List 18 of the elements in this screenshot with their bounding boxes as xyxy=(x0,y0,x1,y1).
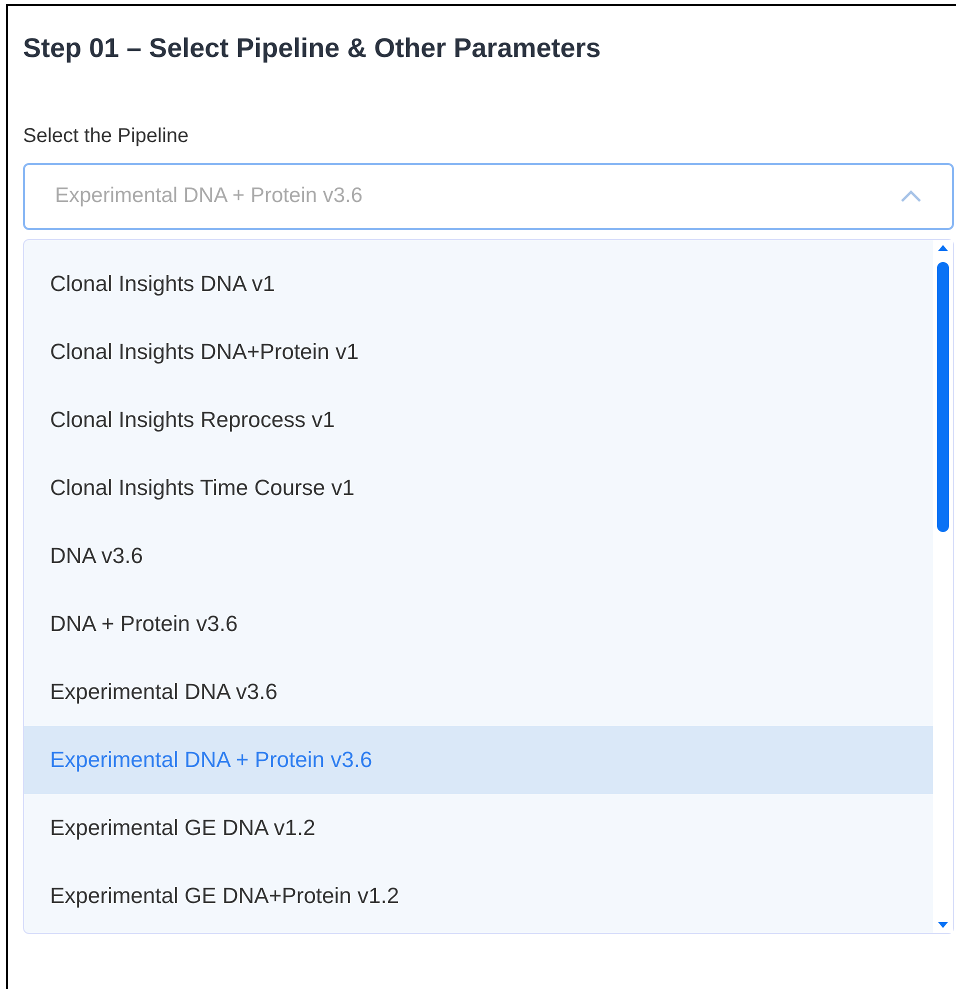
pipeline-option[interactable]: Experimental DNA v3.6 xyxy=(24,658,933,726)
scrollbar-thumb[interactable] xyxy=(937,262,949,532)
pipeline-input[interactable]: Experimental DNA + Protein v3.6 xyxy=(55,180,900,212)
scroll-up-icon[interactable] xyxy=(937,244,949,252)
pipeline-option[interactable]: Experimental GE DNA v1.2 xyxy=(24,794,933,862)
pipeline-option[interactable]: Clonal Insights DNA v1 xyxy=(24,250,933,318)
page-title: Step 01 – Select Pipeline & Other Parameters xyxy=(23,32,601,65)
pipeline-option[interactable]: Clonal Insights DNA+Protein v1 xyxy=(24,318,933,386)
chevron-up-icon xyxy=(900,189,922,203)
pipeline-option[interactable]: Clonal Insights Reprocess v1 xyxy=(24,386,933,454)
scroll-down-icon[interactable] xyxy=(937,920,949,928)
pipeline-option[interactable]: Experimental GE DNA+Protein v1.2 xyxy=(24,862,933,930)
pipeline-option[interactable]: Clonal Insights Time Course v1 xyxy=(24,454,933,522)
pipeline-option[interactable]: DNA v3.6 xyxy=(24,522,933,590)
pipeline-select[interactable]: Experimental DNA + Protein v3.6 xyxy=(23,162,954,230)
scrollbar[interactable] xyxy=(933,240,953,932)
field-label: Select the Pipeline xyxy=(23,124,189,148)
pipeline-option[interactable]: DNA + Protein v3.6 xyxy=(24,590,933,658)
